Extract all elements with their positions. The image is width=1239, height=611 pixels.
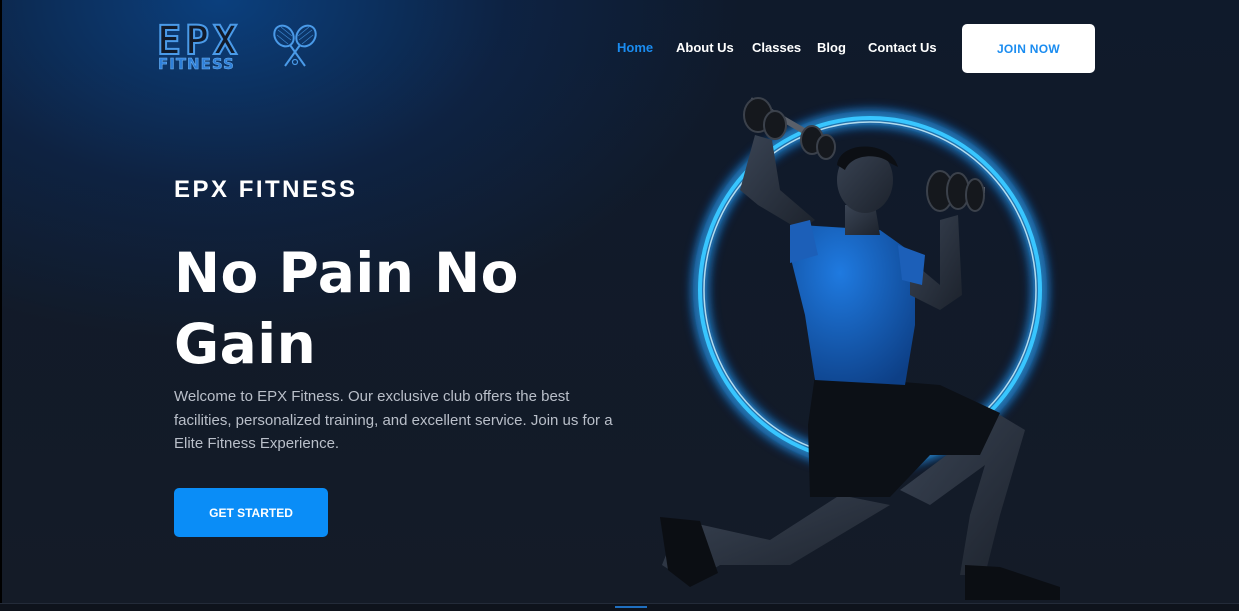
hero-intro: Welcome to EPX Fitness. Our exclusive cl… (174, 388, 613, 452)
nav-classes[interactable]: Classes (752, 40, 801, 55)
join-now-button[interactable]: JOIN NOW (962, 24, 1095, 73)
hero-athlete-image (660, 97, 1060, 600)
nav-contact-us[interactable]: Contact Us (868, 40, 937, 55)
hero-brand: EPX FITNESS (174, 176, 358, 203)
nav-home[interactable]: Home (617, 40, 653, 55)
logo-subtext: FITNESS (158, 55, 235, 74)
hero-headline: No Pain No Gain (174, 241, 519, 376)
bottom-strip (0, 603, 1239, 611)
site-logo[interactable]: EPX FITNESS (156, 17, 322, 74)
crossed-rackets-icon (273, 24, 317, 67)
get-started-button[interactable]: GET STARTED (174, 488, 328, 537)
slider-indicator (615, 606, 647, 608)
nav-blog[interactable]: Blog (817, 40, 846, 55)
window-edge (0, 0, 2, 611)
nav-about-us[interactable]: About Us (676, 40, 734, 55)
dumbbell-right (926, 170, 985, 212)
